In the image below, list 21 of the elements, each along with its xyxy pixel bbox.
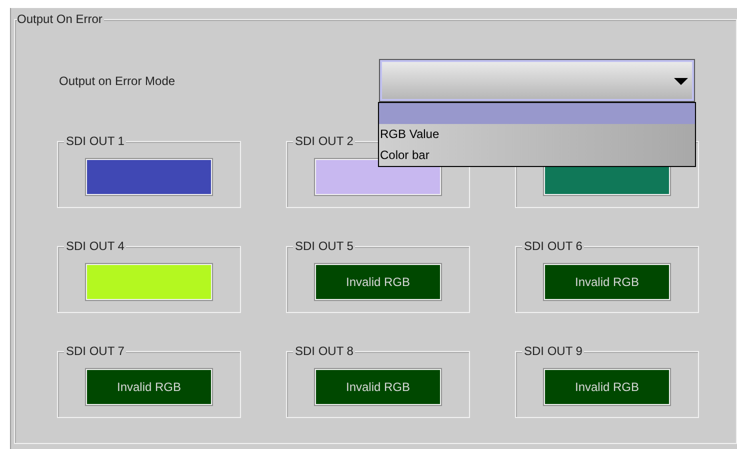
invalid-rgb-swatch[interactable]: Invalid RGB xyxy=(315,368,441,404)
output-label: SDI OUT 9 xyxy=(522,344,584,358)
output-label: SDI OUT 5 xyxy=(293,239,356,253)
dropdown-arrow-icon xyxy=(674,78,688,85)
dropdown-option[interactable]: RGB Value xyxy=(379,124,695,145)
group-title: Output On Error xyxy=(17,12,104,26)
color-swatch[interactable] xyxy=(86,158,212,194)
mode-label: Output on Error Mode xyxy=(59,72,176,90)
output-label: SDI OUT 8 xyxy=(293,344,356,358)
output-label: SDI OUT 1 xyxy=(64,134,126,148)
invalid-rgb-swatch[interactable]: Invalid RGB xyxy=(315,264,441,300)
invalid-rgb-swatch[interactable]: Invalid RGB xyxy=(86,368,212,404)
invalid-rgb-swatch[interactable]: Invalid RGB xyxy=(544,264,670,300)
output-label: SDI OUT 4 xyxy=(64,239,126,253)
output-label: SDI OUT 6 xyxy=(522,239,584,253)
invalid-rgb-swatch[interactable]: Invalid RGB xyxy=(544,368,670,404)
output-label: SDI OUT 7 xyxy=(64,344,126,358)
color-swatch[interactable] xyxy=(86,264,212,300)
output-label: SDI OUT 2 xyxy=(293,134,356,148)
mode-dropdown[interactable] xyxy=(379,59,695,102)
dropdown-option[interactable]: Color bar xyxy=(379,145,695,166)
